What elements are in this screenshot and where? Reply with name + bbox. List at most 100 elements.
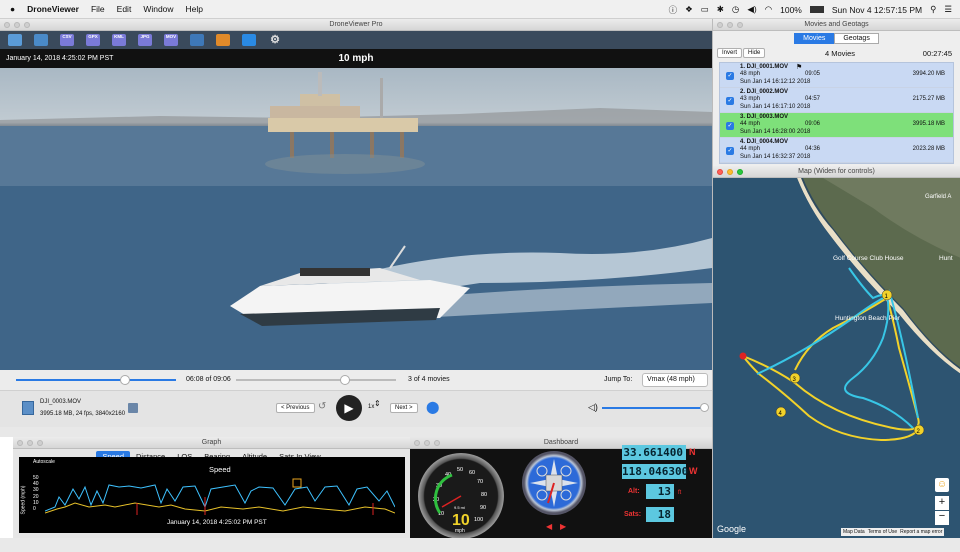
menu-file[interactable]: File	[91, 4, 105, 14]
movie-row-4[interactable]: ✓ 4. DJI_0004.MOV 44 mph 04:36 2023.28 M…	[720, 138, 953, 163]
toolbar: CSV GPX KML JPG MOV ⚙	[0, 31, 712, 49]
dashboard-title: Dashboard	[543, 439, 579, 446]
export-icon[interactable]	[34, 34, 48, 46]
volume-knob[interactable]	[700, 403, 709, 412]
checkbox-icon[interactable]: ✓	[726, 122, 734, 130]
map-view[interactable]: 1 2 3 4 Garfield A Golf Course Club Hous…	[713, 178, 960, 538]
hide-button[interactable]: Hide	[743, 48, 766, 58]
volume-slider[interactable]	[602, 407, 706, 409]
map-label-garfield: Garfield A	[925, 194, 951, 200]
file-info: 3995.18 MB, 24 fps, 3840x2160	[40, 411, 126, 417]
film-icon[interactable]	[190, 34, 204, 46]
airplay-icon[interactable]: ▭	[701, 4, 709, 15]
info-icon[interactable]: ⓘ	[669, 4, 678, 16]
time-machine-icon[interactable]: ◷	[732, 4, 739, 15]
window-title: DroneViewer Pro	[329, 21, 383, 28]
battery-percent[interactable]: 100%	[780, 5, 802, 15]
report-link[interactable]: Report a map error	[900, 529, 942, 535]
tab-movies[interactable]: Movies	[794, 33, 835, 44]
autoscale-label[interactable]: Autoscale	[33, 459, 55, 465]
fullscreen-icon[interactable]	[242, 34, 256, 46]
checkbox-icon[interactable]: ✓	[726, 147, 734, 155]
volume-icon[interactable]: ◀)	[747, 4, 756, 15]
movie-mph: 44 mph	[740, 121, 761, 127]
street-view-pegman-icon[interactable]: ☺	[935, 478, 949, 492]
invert-button[interactable]: Invert	[717, 48, 743, 58]
dropbox-icon[interactable]: ❖	[685, 4, 693, 15]
video-frame[interactable]	[0, 68, 712, 370]
menu-help[interactable]: Help	[186, 4, 203, 14]
jpg-export-button[interactable]: JPG	[138, 34, 152, 46]
save-file-icon[interactable]	[128, 403, 138, 413]
movie-slider-knob[interactable]	[340, 375, 350, 385]
notification-center-icon[interactable]: ☰	[944, 4, 952, 15]
speed-trace	[45, 478, 395, 515]
spotlight-icon[interactable]: ⚲	[930, 4, 936, 15]
menu-app-name[interactable]: DroneViewer	[27, 4, 79, 14]
dashboard-window-controls[interactable]	[414, 440, 440, 446]
menu-bar: ● DroneViewer File Edit Window Help ⓘ ❖ …	[0, 0, 960, 19]
lat-direction: N	[689, 447, 696, 457]
play-button[interactable]: ▶	[336, 395, 362, 421]
map-title: Map (Widen for controls)	[798, 168, 875, 175]
wifi-icon[interactable]: ◠	[765, 4, 772, 15]
zoom-out-button[interactable]: −	[935, 511, 949, 525]
file-icon[interactable]	[22, 401, 34, 415]
movie-row-1[interactable]: ✓ 1. DJI_0001.MOV 48 mph 09:05 3994.20 M…	[720, 63, 953, 88]
movies-count: 4 Movies	[825, 49, 856, 58]
movie-duration: 09:05	[805, 71, 821, 77]
movie-slider-track[interactable]	[236, 379, 396, 381]
svg-text:70: 70	[477, 479, 483, 485]
battery-icon[interactable]	[809, 6, 824, 13]
movies-window-controls[interactable]	[717, 22, 743, 28]
bluetooth-icon[interactable]: ✱	[717, 4, 724, 15]
drone-heading-icon	[530, 459, 578, 507]
menu-edit[interactable]: Edit	[117, 4, 132, 14]
location-pin-icon[interactable]: ⬤	[426, 400, 439, 414]
movie-name: 2. DJI_0002.MOV	[740, 89, 789, 95]
map-data-link[interactable]: Map Data	[843, 529, 865, 535]
window-controls[interactable]	[4, 22, 30, 28]
kml-export-button[interactable]: KML	[112, 34, 126, 46]
open-folder-icon[interactable]	[8, 34, 22, 46]
movie-row-3[interactable]: ✓ 3. DJI_0003.MOV 44 mph 09:06 3995.18 M…	[720, 113, 953, 138]
next-button[interactable]: Next >	[390, 403, 418, 413]
volume-icon-player[interactable]: ◁)	[588, 402, 598, 413]
terms-link[interactable]: Terms of Use	[868, 529, 897, 535]
scrubber-track[interactable]	[16, 379, 176, 381]
turn-right-arrow-icon: ▶	[560, 522, 567, 531]
checkbox-icon[interactable]: ✓	[726, 97, 734, 105]
graph-window: Graph Speed Distance LOS Bearing Altitud…	[13, 437, 410, 538]
tab-geotags[interactable]: Geotags	[834, 33, 879, 44]
speed-graph[interactable]: Autoscale Speed Speed (mph) 50 40 30 20 10 0…	[19, 457, 405, 533]
gpx-export-button[interactable]: GPX	[86, 34, 100, 46]
loop-icon[interactable]: ↺	[318, 401, 326, 412]
movie-duration: 04:57	[805, 96, 821, 102]
apple-menu-icon[interactable]: ●	[10, 4, 15, 14]
y-axis-label: Speed (mph)	[20, 485, 27, 515]
speed-gauge: 10 20 30 40 50 60 70 80 90 100 9.5 mi 10…	[418, 453, 504, 539]
graph-window-controls[interactable]	[17, 440, 43, 446]
movie-date: Sun Jan 14 16:17:10 2018	[740, 104, 811, 110]
mov-export-button[interactable]: MOV	[164, 34, 178, 46]
map-window-controls[interactable]	[717, 169, 743, 175]
svg-text:9.5 mi: 9.5 mi	[454, 505, 465, 510]
csv-export-button[interactable]: CSV	[60, 34, 74, 46]
checkbox-icon[interactable]: ✓	[726, 72, 734, 80]
rate-stepper-icon[interactable]: ⇕	[374, 399, 381, 408]
movie-duration: 09:06	[805, 121, 821, 127]
movie-row-2[interactable]: ✓ 2. DJI_0002.MOV 43 mph 04:57 2175.27 M…	[720, 88, 953, 113]
menu-window[interactable]: Window	[143, 4, 173, 14]
clock[interactable]: Sun Nov 4 12:57:15 PM	[832, 5, 922, 15]
save-icon[interactable]	[216, 34, 230, 46]
settings-gear-icon[interactable]: ⚙	[268, 34, 282, 46]
zoom-in-button[interactable]: +	[935, 496, 949, 510]
google-logo: Google	[717, 524, 746, 534]
scrubber-knob[interactable]	[120, 375, 130, 385]
jump-to-select[interactable]: Vmax (48 mph)	[642, 373, 708, 387]
movies-titlebar: Movies and Geotags	[713, 19, 960, 31]
movie-mph: 44 mph	[740, 146, 761, 152]
window-bottom-strip	[0, 538, 960, 552]
movie-mph: 43 mph	[740, 96, 761, 102]
previous-button[interactable]: < Previous	[276, 403, 315, 413]
